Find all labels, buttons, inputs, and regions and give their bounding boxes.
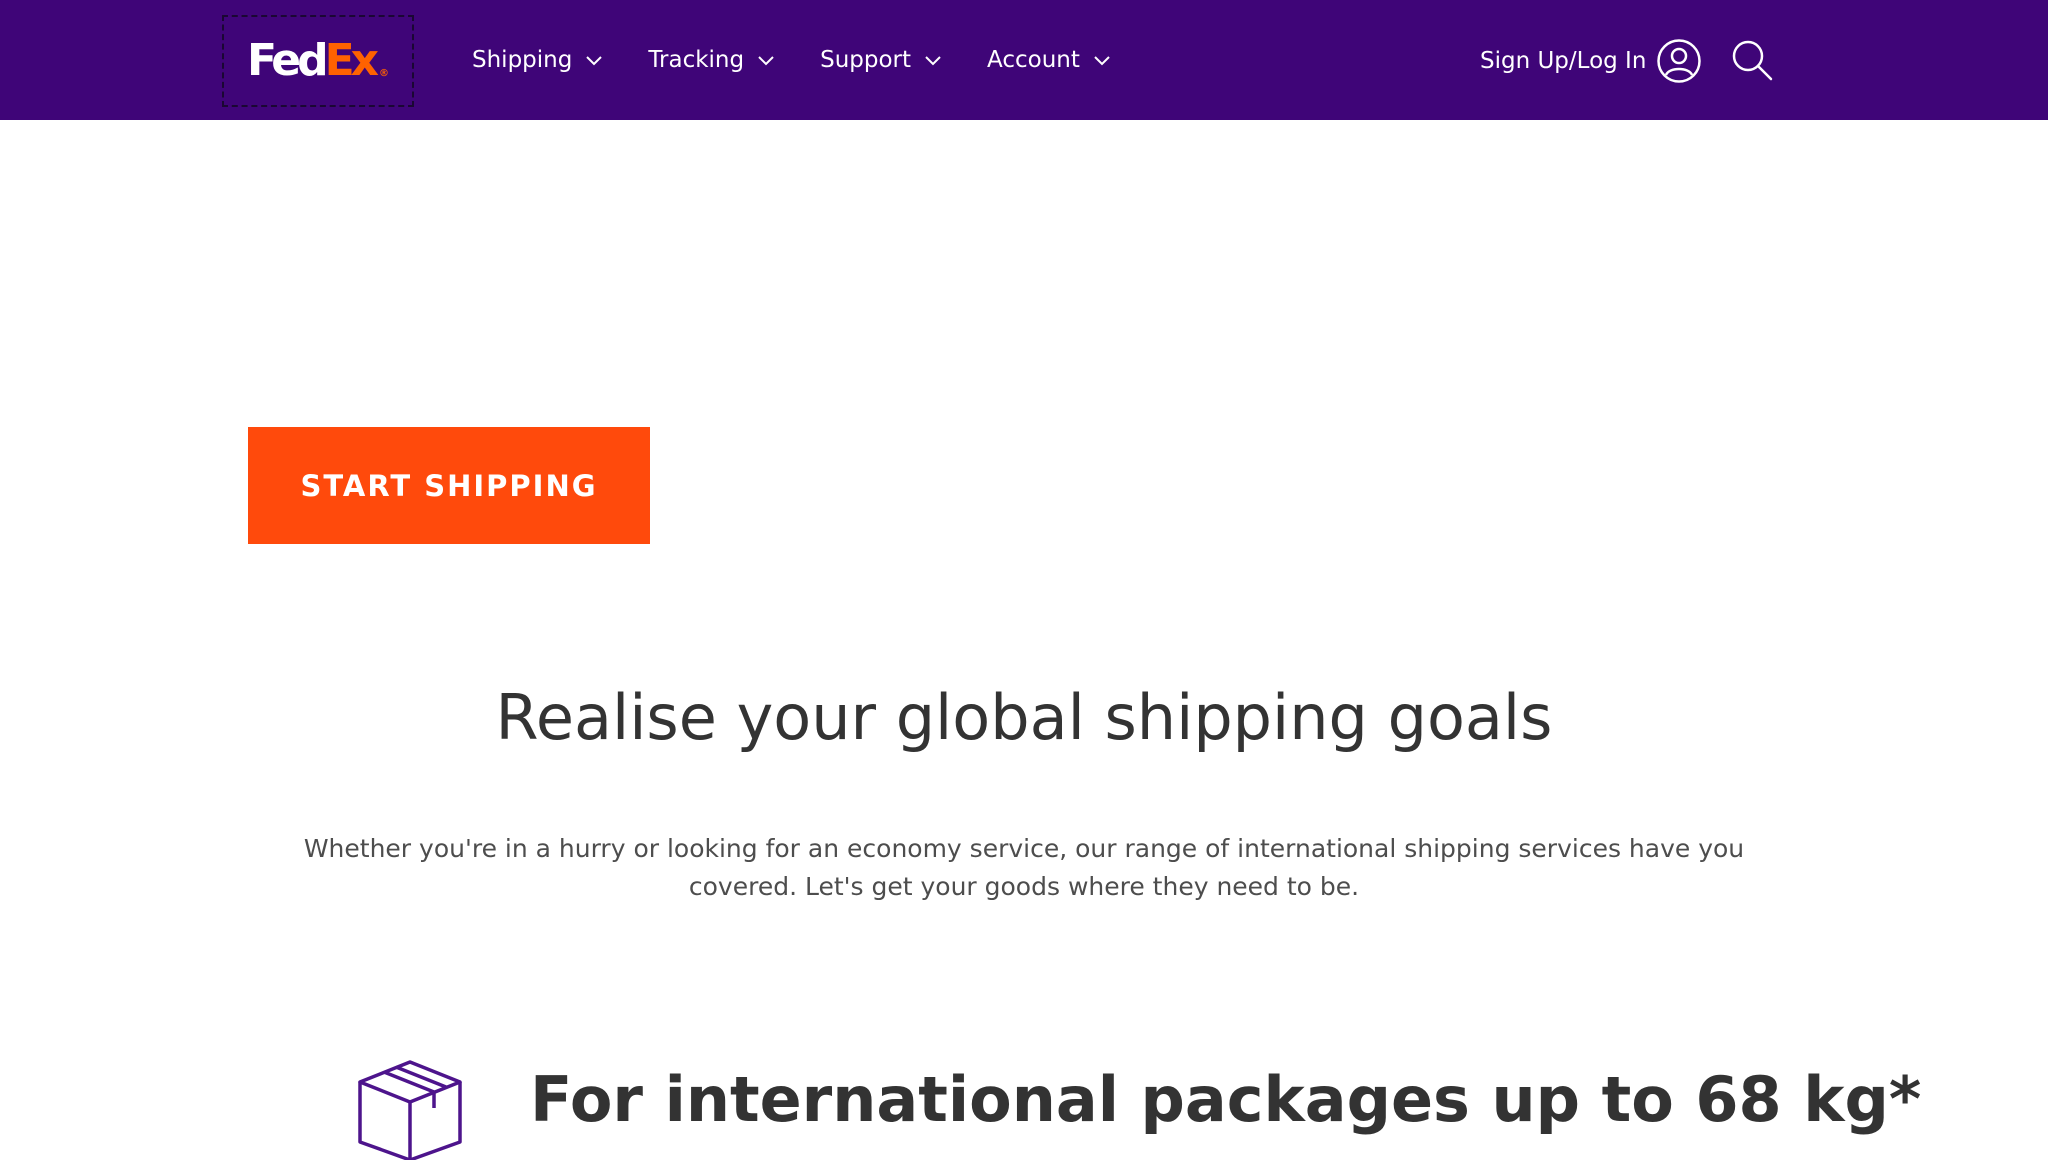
search-button[interactable] [1730, 38, 1774, 82]
nav-item-shipping[interactable]: Shipping [472, 47, 604, 73]
nav-item-label: Shipping [472, 47, 573, 73]
site-header: Fed Ex ® Shipping Tracking Support Accou… [0, 0, 2048, 120]
start-shipping-button[interactable]: START SHIPPING [248, 427, 650, 544]
search-icon [1732, 40, 1773, 81]
logo-registered-mark: ® [379, 68, 390, 79]
nav-item-account[interactable]: Account [987, 47, 1112, 73]
chevron-down-icon [758, 56, 774, 66]
sign-in-label: Sign Up/Log In [1480, 48, 1647, 74]
sign-up-login-link[interactable]: Sign Up/Log In [1480, 38, 1702, 84]
chevron-down-icon [586, 56, 603, 66]
feature-title: For international packages up to 68 kg* [530, 1063, 1922, 1136]
logo-ex: Ex [324, 35, 379, 86]
user-circle-icon [1657, 39, 1702, 83]
nav-item-label: Account [987, 47, 1080, 73]
hero-description: Whether you're in a hurry or looking for… [303, 834, 1745, 901]
chevron-down-icon [1094, 56, 1110, 66]
main-nav: Shipping Tracking Support Account [472, 0, 1156, 120]
nav-item-label: Support [820, 47, 912, 73]
chevron-down-icon [925, 56, 941, 66]
nav-item-tracking[interactable]: Tracking [648, 47, 776, 73]
hero-title: Realise your global shipping goals [495, 681, 1553, 754]
nav-item-label: Tracking [648, 47, 745, 73]
nav-item-support[interactable]: Support [820, 47, 943, 73]
package-box-icon [358, 1060, 462, 1160]
logo-wordmark: Fed Ex ® [247, 39, 389, 83]
fedex-logo[interactable]: Fed Ex ® [222, 15, 414, 107]
logo-fed: Fed [246, 35, 329, 86]
